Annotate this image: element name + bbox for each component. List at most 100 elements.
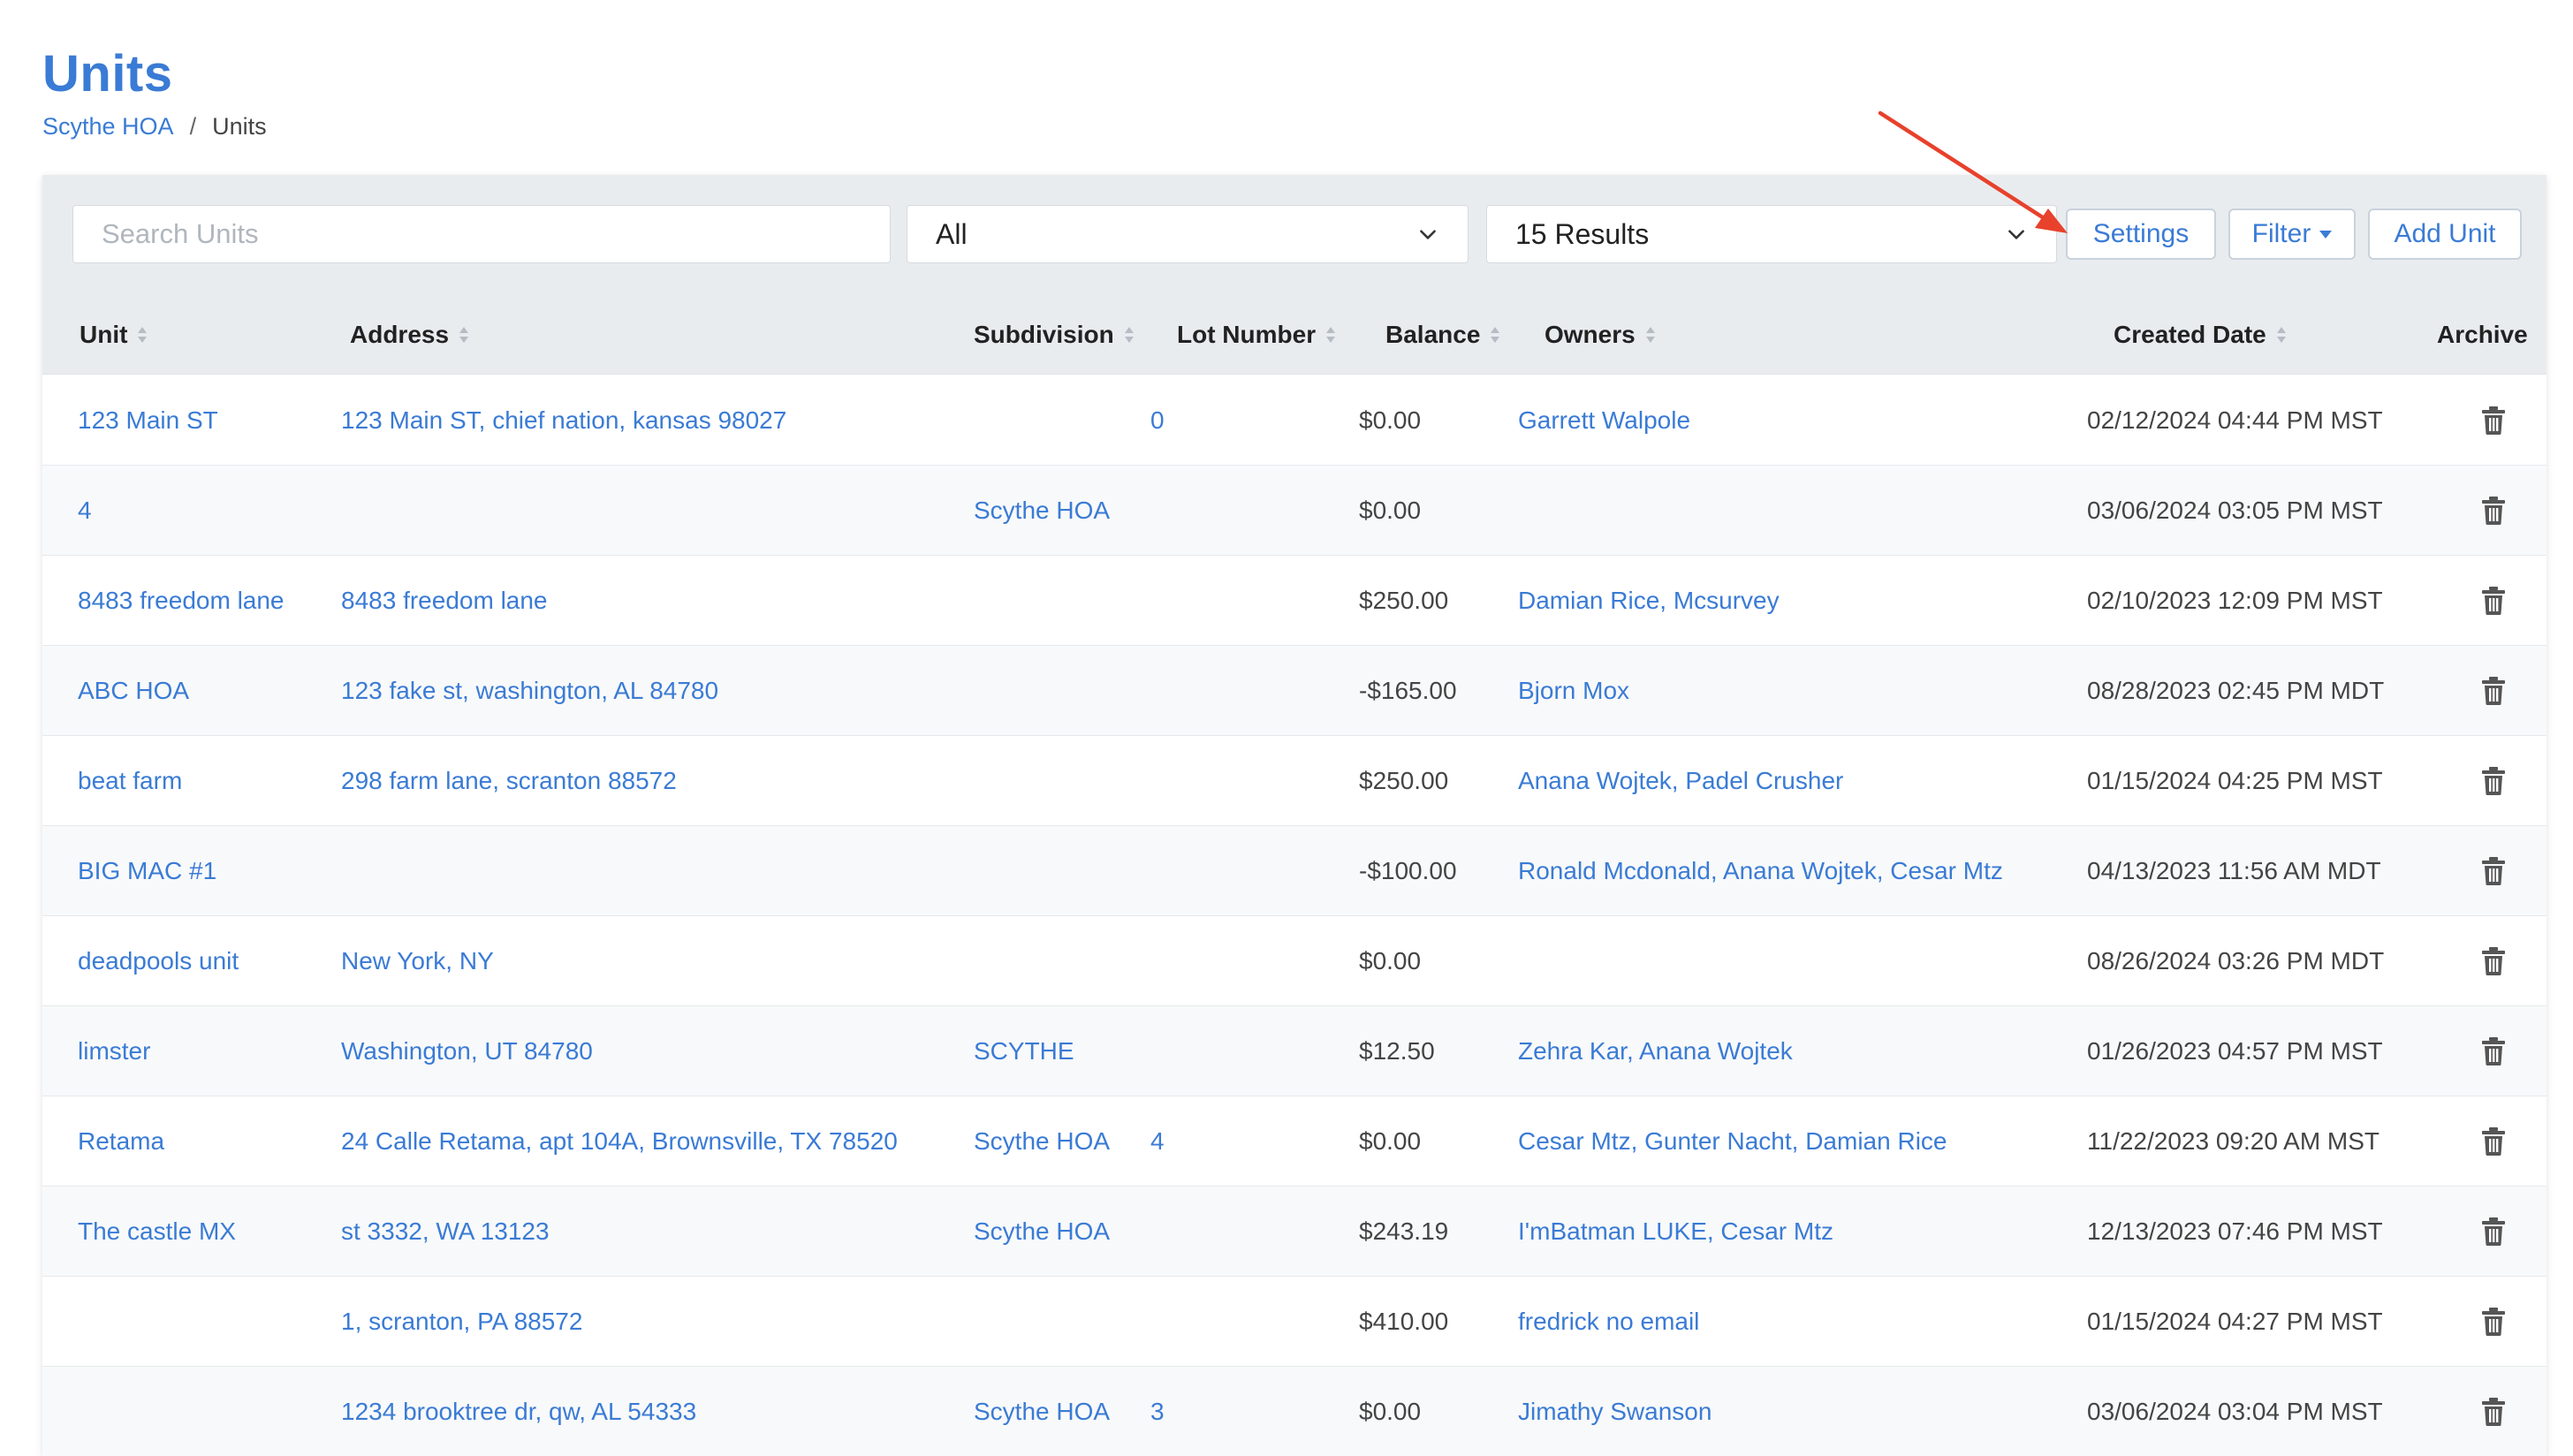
cell-address-text[interactable]: Washington, UT 84780	[341, 1037, 593, 1065]
cell-owners-text[interactable]: Anana Wojtek, Padel Crusher	[1518, 767, 1843, 795]
cell-address-text[interactable]: st 3332, WA 13123	[341, 1217, 550, 1246]
cell-address: 123 Main ST, chief nation, kansas 98027	[341, 375, 786, 466]
cell-subdivision-text[interactable]: SCYTHE	[974, 1037, 1074, 1065]
sort-icon	[1326, 327, 1336, 343]
cell-balance: $12.50	[1359, 1006, 1435, 1096]
trash-icon[interactable]	[2480, 1036, 2507, 1066]
sort-icon	[1124, 327, 1134, 343]
cell-created-date-text: 01/26/2023 04:57 PM MST	[2087, 1037, 2383, 1065]
trash-icon[interactable]	[2480, 1397, 2507, 1427]
trash-icon[interactable]	[2480, 946, 2507, 976]
cell-balance: $0.00	[1359, 375, 1421, 466]
column-header-address[interactable]: Address	[350, 295, 470, 375]
cell-created-date-text: 01/15/2024 04:27 PM MST	[2087, 1308, 2383, 1335]
cell-owners-text[interactable]: Zehra Kar, Anana Wojtek	[1518, 1037, 1793, 1065]
cell-subdivision-text[interactable]: Scythe HOA	[974, 1127, 1110, 1156]
cell-unit-text[interactable]: BIG MAC #1	[78, 857, 216, 885]
cell-address: st 3332, WA 13123	[341, 1187, 550, 1277]
cell-lot-number-text[interactable]: 0	[1150, 406, 1165, 435]
status-filter-select[interactable]: All	[907, 205, 1469, 263]
cell-address-text[interactable]: 24 Calle Retama, apt 104A, Brownsville, …	[341, 1127, 898, 1156]
cell-unit: 123 Main ST	[78, 375, 218, 466]
cell-created-date: 03/06/2024 03:04 PM MST	[2087, 1367, 2383, 1456]
cell-unit-text[interactable]: 8483 freedom lane	[78, 587, 285, 615]
cell-owners-text[interactable]: fredrick no email	[1518, 1308, 1699, 1336]
cell-created-date-text: 04/13/2023 11:56 AM MDT	[2087, 857, 2381, 884]
cell-owners-text[interactable]: Garrett Walpole	[1518, 406, 1690, 435]
cell-created-date-text: 12/13/2023 07:46 PM MST	[2087, 1217, 2383, 1245]
cell-address-text[interactable]: New York, NY	[341, 947, 494, 975]
trash-icon[interactable]	[2480, 766, 2507, 796]
cell-unit: ABC HOA	[78, 646, 189, 736]
table-row: 4 Scythe HOA $0.00 03/06/2024 03:05 PM MST	[42, 466, 2546, 556]
search-input[interactable]	[72, 205, 891, 263]
column-header-balance[interactable]: Balance	[1385, 295, 1501, 375]
cell-owners-text[interactable]: Jimathy Swanson	[1518, 1398, 1712, 1426]
cell-unit: 8483 freedom lane	[78, 556, 285, 646]
results-per-page-select[interactable]: 15 Results	[1486, 205, 2057, 263]
trash-icon[interactable]	[2480, 586, 2507, 616]
trash-icon[interactable]	[2480, 1307, 2507, 1337]
cell-subdivision: SCYTHE	[974, 1006, 1074, 1096]
page-title: Units	[42, 45, 173, 102]
cell-owners: Damian Rice, Mcsurvey	[1518, 556, 1780, 646]
table-row: 1234 brooktree dr, qw, AL 54333 Scythe HO…	[42, 1367, 2546, 1456]
breadcrumb-current: Units	[212, 113, 267, 140]
cell-lot-number-text[interactable]: 3	[1150, 1398, 1165, 1426]
column-header-label: Owners	[1545, 321, 1636, 348]
cell-unit-text[interactable]: 123 Main ST	[78, 406, 218, 435]
trash-icon[interactable]	[2480, 406, 2507, 436]
trash-icon[interactable]	[2480, 856, 2507, 886]
cell-owners-text[interactable]: Ronald Mcdonald, Anana Wojtek, Cesar Mtz	[1518, 857, 2003, 885]
cell-unit: The castle MX	[78, 1187, 236, 1277]
trash-icon[interactable]	[2480, 1126, 2507, 1156]
cell-address-text[interactable]: 1234 brooktree dr, qw, AL 54333	[341, 1398, 696, 1426]
cell-owners-text[interactable]: Damian Rice, Mcsurvey	[1518, 587, 1780, 615]
column-header-unit[interactable]: Unit	[80, 295, 148, 375]
settings-button[interactable]: Settings	[2066, 209, 2216, 260]
cell-address-text[interactable]: 8483 freedom lane	[341, 587, 548, 615]
cell-unit-text[interactable]: Retama	[78, 1127, 164, 1156]
units-page: Units Scythe HOA / Units All 15 Results …	[0, 0, 2573, 1456]
cell-unit: beat farm	[78, 736, 182, 826]
cell-address-text[interactable]: 298 farm lane, scranton 88572	[341, 767, 677, 795]
cell-unit-text[interactable]: limster	[78, 1037, 150, 1065]
cell-unit-text[interactable]: The castle MX	[78, 1217, 236, 1246]
cell-unit-text[interactable]: 4	[78, 497, 92, 525]
filter-button[interactable]: Filter	[2228, 209, 2356, 260]
cell-subdivision: Scythe HOA	[974, 1096, 1110, 1187]
cell-subdivision-text[interactable]: Scythe HOA	[974, 1217, 1110, 1246]
cell-owners-text[interactable]: Cesar Mtz, Gunter Nacht, Damian Rice	[1518, 1127, 1947, 1156]
column-header-archive: Archive	[2437, 295, 2528, 375]
cell-owners-text[interactable]: I'mBatman LUKE, Cesar Mtz	[1518, 1217, 1833, 1246]
cell-address-text[interactable]: 123 fake st, washington, AL 84780	[341, 677, 718, 705]
cell-owners-text[interactable]: Bjorn Mox	[1518, 677, 1629, 705]
cell-balance-text: -$165.00	[1359, 677, 1457, 704]
column-header-created-date[interactable]: Created Date	[2114, 295, 2288, 375]
cell-archive	[2480, 646, 2507, 736]
cell-lot-number-text[interactable]: 4	[1150, 1127, 1165, 1156]
trash-icon[interactable]	[2480, 1217, 2507, 1247]
cell-subdivision-text[interactable]: Scythe HOA	[974, 497, 1110, 525]
table-row: limster Washington, UT 84780 SCYTHE $12.50 Z…	[42, 1006, 2546, 1096]
column-header-subdivision[interactable]: Subdivision	[974, 295, 1135, 375]
column-header-owners[interactable]: Owners	[1545, 295, 1657, 375]
cell-balance: -$100.00	[1359, 826, 1457, 916]
cell-unit-text[interactable]: beat farm	[78, 767, 182, 795]
cell-unit-text[interactable]: deadpools unit	[78, 947, 239, 975]
column-header-lot-number[interactable]: Lot Number	[1177, 295, 1337, 375]
cell-owners: Bjorn Mox	[1518, 646, 1629, 736]
add-unit-button[interactable]: Add Unit	[2368, 209, 2522, 260]
cell-address-text[interactable]: 1, scranton, PA 88572	[341, 1308, 582, 1336]
cell-created-date-text: 08/28/2023 02:45 PM MDT	[2087, 677, 2385, 704]
cell-balance-text: $12.50	[1359, 1037, 1435, 1065]
caret-down-icon	[2319, 230, 2333, 239]
breadcrumb-link-hoa[interactable]: Scythe HOA	[42, 113, 174, 140]
cell-unit-text[interactable]: ABC HOA	[78, 677, 189, 705]
cell-unit: BIG MAC #1	[78, 826, 216, 916]
trash-icon[interactable]	[2480, 676, 2507, 706]
cell-address-text[interactable]: 123 Main ST, chief nation, kansas 98027	[341, 406, 786, 435]
cell-subdivision-text[interactable]: Scythe HOA	[974, 1398, 1110, 1426]
cell-balance-text: $410.00	[1359, 1308, 1449, 1335]
trash-icon[interactable]	[2480, 496, 2507, 526]
